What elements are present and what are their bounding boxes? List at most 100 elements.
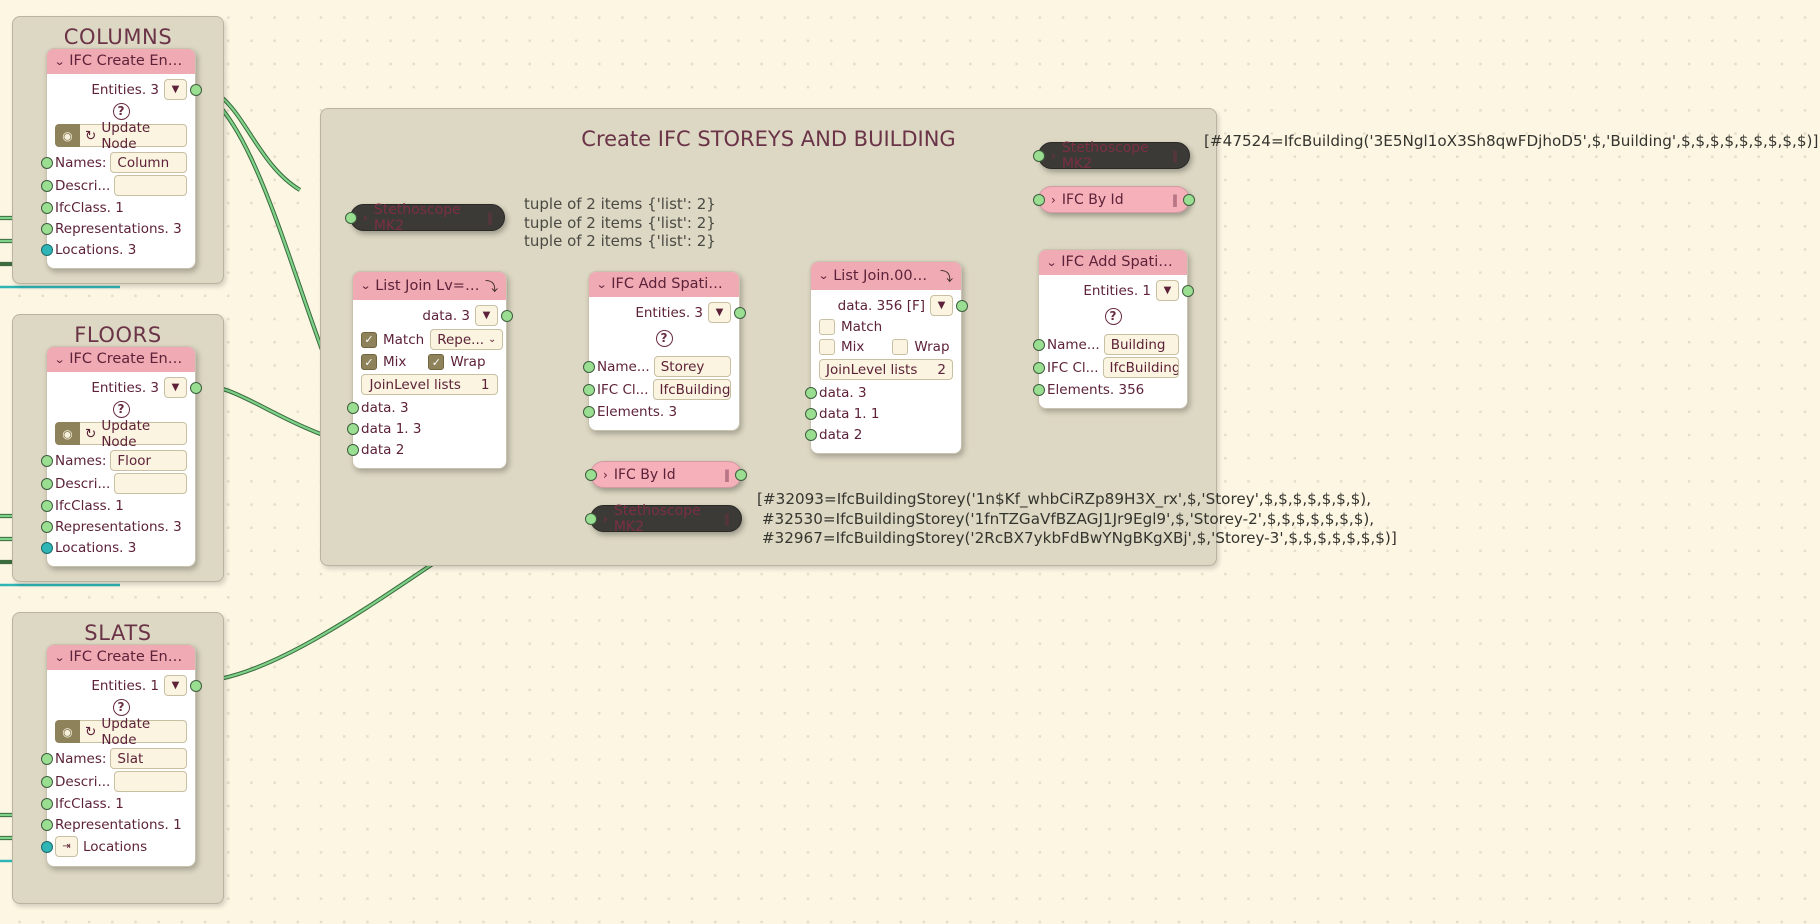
match-checkbox[interactable]: ✓ <box>361 331 377 348</box>
input-data-2[interactable]: data 2 <box>346 439 506 460</box>
socket-in-ifcclass[interactable] <box>1032 361 1045 374</box>
socket-in-name[interactable] <box>582 360 595 373</box>
input-representations[interactable]: Representations. 3 <box>40 218 195 239</box>
dropdown-triangle-icon[interactable]: ▼ <box>164 377 187 398</box>
socket-out-entities[interactable] <box>189 679 202 692</box>
update-node-button[interactable]: ↻ Update Node <box>80 716 187 748</box>
question-mark-icon[interactable]: ? <box>112 401 130 418</box>
socket-in[interactable] <box>1033 193 1045 206</box>
socket-in-ifcclass[interactable] <box>582 383 595 396</box>
match-mode-dropdown[interactable]: Repe... ⌄ <box>430 329 504 350</box>
node-header[interactable]: ⌄ IFC Create Entity <box>47 49 195 74</box>
ifcclass-field[interactable]: IfcBuildingS... <box>652 379 731 400</box>
socket-in-data-2[interactable] <box>804 428 817 441</box>
question-mark-icon[interactable]: ? <box>1104 308 1122 325</box>
node-stethoscope-mk2-left[interactable]: › Stethoscope MK2 ‖ <box>345 202 505 234</box>
output-entities[interactable]: Entities. 1 ▼ <box>47 674 202 697</box>
chevron-down-icon[interactable]: ⌄ <box>818 269 830 282</box>
input-names[interactable]: Names: Slat <box>40 747 195 770</box>
question-mark-icon[interactable]: ? <box>655 330 673 347</box>
input-description[interactable]: Descri... <box>40 174 195 197</box>
chevron-down-icon[interactable]: ⌄ <box>54 353 66 366</box>
socket-in[interactable] <box>585 468 597 481</box>
socket-in-names[interactable] <box>40 752 53 765</box>
node-header[interactable]: ⌄ IFC Create Entity <box>47 645 195 670</box>
node-list-join[interactable]: ⌄ List Join Lv=1 MW ⤵ data. 3 ▼ ✓ Match … <box>346 271 513 469</box>
chevron-right-icon[interactable]: › <box>603 468 608 482</box>
input-data-0[interactable]: data. 3 <box>804 382 961 403</box>
input-representations[interactable]: Representations. 1 <box>40 814 195 835</box>
input-representations[interactable]: Representations. 3 <box>40 516 195 537</box>
dropdown-triangle-icon[interactable]: ▼ <box>164 79 187 100</box>
socket-in-elements[interactable] <box>1032 383 1045 396</box>
socket-out[interactable] <box>1183 193 1195 206</box>
socket-in-data[interactable] <box>1033 149 1045 162</box>
input-names[interactable]: Names: Floor <box>40 449 195 472</box>
input-data-0[interactable]: data. 3 <box>346 397 506 418</box>
socket-in-name[interactable] <box>1032 338 1045 351</box>
chevron-right-icon[interactable]: › <box>1051 149 1056 163</box>
description-field[interactable] <box>114 175 187 196</box>
chevron-right-icon[interactable]: › <box>603 512 608 526</box>
names-field[interactable]: Floor <box>110 450 187 471</box>
node-ifc-add-spatial-element-building[interactable]: ⌄ IFC Add Spatial Elem... Entities. 1 ▼ … <box>1032 249 1194 409</box>
output-entities[interactable]: Entities. 1 ▼ <box>1039 279 1194 302</box>
joinlevel-field[interactable]: JoinLevel lists 2 <box>819 359 953 380</box>
blender-object-icon[interactable]: ◉ <box>55 720 80 743</box>
output-entities[interactable]: Entities. 3 ▼ <box>47 376 202 399</box>
output-data[interactable]: data. 3 ▼ <box>353 304 513 327</box>
joinlevel-field[interactable]: JoinLevel lists 1 <box>361 374 498 395</box>
node-stethoscope-mk2-bottom[interactable]: › Stethoscope MK2 ‖ <box>585 503 742 535</box>
socket-in-representations[interactable] <box>40 520 53 533</box>
pause-icon[interactable]: ‖ <box>1172 149 1178 163</box>
socket-in-ifcclass[interactable] <box>40 797 53 810</box>
input-data-1[interactable]: data 1. 3 <box>346 418 506 439</box>
dropdown-triangle-icon[interactable]: ▼ <box>1156 280 1179 301</box>
input-locations[interactable]: Locations. 3 <box>40 239 195 260</box>
dropdown-triangle-icon[interactable]: ▼ <box>164 675 187 696</box>
node-ifc-create-entity-columns[interactable]: ⌄ IFC Create Entity Entities. 3 ▼ ? ◉ ↻ … <box>40 48 202 269</box>
wrap-checkbox[interactable] <box>892 339 909 355</box>
input-ifcclass[interactable]: IFC Cl... IfcBuildingS... <box>582 378 739 401</box>
vector-socket-icon[interactable]: ⇥ <box>55 836 78 857</box>
node-header[interactable]: ⌄ IFC Add Spatial Elem... <box>1039 250 1187 275</box>
socket-in-description[interactable] <box>40 477 53 490</box>
node-ifc-by-id-middle[interactable]: › IFC By Id ‖ <box>585 461 747 488</box>
socket-in-description[interactable] <box>40 775 53 788</box>
output-data[interactable]: data. 356 [F] ▼ <box>811 294 968 317</box>
description-field[interactable] <box>114 771 187 792</box>
name-field[interactable]: Storey <box>653 356 731 377</box>
description-field[interactable] <box>114 473 187 494</box>
blender-object-icon[interactable]: ◉ <box>55 124 80 147</box>
socket-in-data-0[interactable] <box>346 401 359 414</box>
chevron-down-icon[interactable]: ⌄ <box>360 279 372 292</box>
socket-in-representations[interactable] <box>40 222 53 235</box>
input-locations[interactable]: Locations. 3 <box>40 537 195 558</box>
blender-object-icon[interactable]: ◉ <box>55 422 80 445</box>
socket-in-data-2[interactable] <box>346 443 359 456</box>
chevron-down-icon[interactable]: ⌄ <box>1046 256 1058 269</box>
pause-icon[interactable]: ‖ <box>724 468 730 482</box>
name-field[interactable]: Building <box>1103 334 1179 355</box>
chevron-right-icon[interactable]: › <box>1051 193 1056 207</box>
socket-out-data[interactable] <box>500 309 513 322</box>
wrench-icon[interactable]: ⤵ <box>940 266 953 285</box>
socket-in-description[interactable] <box>40 179 53 192</box>
pause-icon[interactable]: ‖ <box>1172 193 1178 207</box>
chevron-down-icon[interactable]: ⌄ <box>596 278 608 291</box>
socket-in-data[interactable] <box>345 211 357 224</box>
match-row[interactable]: Match <box>811 317 961 337</box>
input-names[interactable]: Names: Column <box>40 151 195 174</box>
node-ifc-create-entity-floors[interactable]: ⌄ IFC Create Entity Entities. 3 ▼ ? ◉ ↻ … <box>40 346 202 567</box>
update-node-button[interactable]: ↻ Update Node <box>80 418 187 450</box>
node-editor-canvas[interactable]: COLUMNS FLOORS SLATS Create IFC STOREYS … <box>0 0 1820 924</box>
socket-in-data-0[interactable] <box>804 386 817 399</box>
node-header[interactable]: ⌄ List Join.001 Lv=2 ⤵ <box>811 262 961 290</box>
socket-out-entities[interactable] <box>733 306 746 319</box>
update-node-row[interactable]: ◉ ↻ Update Node <box>55 120 187 152</box>
ifcclass-field[interactable]: IfcBuilding <box>1102 357 1179 378</box>
mix-checkbox[interactable]: ✓ <box>361 354 377 370</box>
input-ifcclass[interactable]: IfcClass. 1 <box>40 495 195 516</box>
socket-in-data-1[interactable] <box>346 422 359 435</box>
input-name[interactable]: Name... Storey <box>582 355 739 378</box>
